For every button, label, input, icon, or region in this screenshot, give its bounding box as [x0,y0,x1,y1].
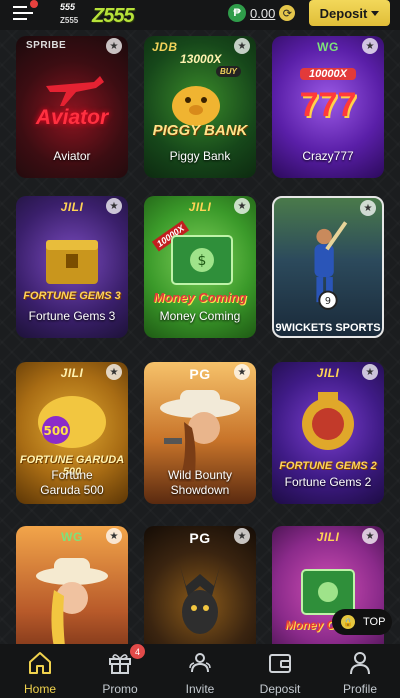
currency-icon: ₱ [228,4,246,22]
nav-invite-label: Invite [185,682,215,696]
lock-icon: 🔒 [341,615,355,629]
favorite-star-icon[interactable]: ★ [106,528,122,544]
game-card-9wickets-sports[interactable]: 9 9WICKETS SPORTS ★ [272,196,384,338]
game-art-text: Money Coming [153,290,247,305]
nav-promo-label: Promo [102,682,138,696]
game-art-text: 9WICKETS SPORTS [275,322,381,334]
nav-home[interactable]: Home [0,644,80,698]
nav-deposit-label: Deposit [259,682,301,696]
site-logo[interactable]: 555 Z555 Z555 [48,2,158,28]
favorite-star-icon[interactable]: ★ [106,198,122,214]
nav-profile[interactable]: Profile [320,644,400,698]
chevron-down-icon [371,10,380,16]
game-title: Money Coming [159,309,241,323]
nav-profile-label: Profile [342,682,377,696]
game-title: Aviator [53,149,91,163]
game-title: Fortune Gems 3 [28,309,116,323]
nav-home-label: Home [23,682,56,696]
favorite-star-icon[interactable]: ★ [234,364,250,380]
svg-text:$: $ [198,253,207,269]
multiplier-label: 10000X [300,68,356,80]
game-card-wild-bounty-showdown[interactable]: PG ★ Wild Bounty Showdown [144,362,256,504]
game-card-crazy777[interactable]: WG 10000X 777 ★ Crazy777 [272,36,384,178]
favorite-star-icon[interactable]: ★ [360,200,376,216]
user-icon [350,652,370,675]
game-art-text: PIGGY BANK [152,122,248,139]
notification-dot [30,0,38,8]
favorite-star-icon[interactable]: ★ [106,38,122,54]
logo-small-top: 555 [60,2,76,12]
refresh-icon[interactable]: ⟳ [279,5,296,21]
game-card-aviator[interactable]: SPRIBE Aviator ★ Aviator [16,36,128,178]
game-title: Fortune Gems 2 [284,475,372,489]
wallet-icon [269,654,291,673]
svg-text:9: 9 [325,296,331,307]
game-card-piggy-bank[interactable]: JDB 13000X BUY PIGGY BANK ★ Piggy Bank [144,36,256,178]
svg-text:500: 500 [43,424,68,438]
users-icon [189,653,211,673]
game-title: Crazy777 [302,149,354,163]
game-title: Fortune Garuda 500 [40,468,104,497]
nav-invite[interactable]: Invite [160,644,240,698]
favorite-star-icon[interactable]: ★ [362,38,378,54]
top-header: 555 Z555 Z555 ₱ 0.00 ⟳ Deposit [0,0,400,30]
game-title: Wild Bounty Showdown [167,468,233,497]
logo-small-bottom: Z555 [60,16,79,25]
game-title: Piggy Bank [169,149,231,163]
game-card-money-coming[interactable]: JILI 10000X $ Money Coming ★ Money Comin… [144,196,256,338]
cricket-player-icon: 9 [314,221,348,310]
balance-amount[interactable]: 0.00 [250,6,275,21]
hamburger-menu-icon [13,6,33,20]
game-art-text: FORTUNE GEMS 2 [279,460,377,472]
game-card-fortune-garuda-500[interactable]: JILI 500 FORTUNE GARUDA 500 ★ Fortune Ga… [16,362,128,504]
favorite-star-icon[interactable]: ★ [106,364,122,380]
logo-main: Z555 [92,5,135,27]
favorite-star-icon[interactable]: ★ [234,198,250,214]
deposit-button-label: Deposit [319,5,368,21]
menu-button[interactable] [12,0,38,23]
gift-icon [109,654,131,674]
favorite-star-icon[interactable]: ★ [234,38,250,54]
game-art-text: Aviator [35,106,109,129]
favorite-star-icon[interactable]: ★ [362,364,378,380]
game-card-fortune-gems-2[interactable]: JILI FORTUNE GEMS 2 ★ Fortune Gems 2 [272,362,384,504]
game-card-fortune-gems-3[interactable]: JILI FORTUNE GEMS 3 ★ Fortune Gems 3 [16,196,128,338]
favorite-star-icon[interactable]: ★ [234,528,250,544]
bottom-navigation: Home 4 Promo Invite Deposit Profile [0,644,400,698]
scroll-top-label: TOP [363,616,386,628]
game-art-text: FORTUNE GEMS 3 [23,290,121,302]
promo-badge: 4 [130,644,145,659]
wallet-balance: ₱ 0.00 ⟳ [228,2,300,24]
favorite-star-icon[interactable]: ★ [362,528,378,544]
game-art-text: 777 [299,86,357,124]
deposit-button[interactable]: Deposit [309,0,390,26]
home-icon [29,652,51,674]
scroll-top-button[interactable]: 🔒 TOP [332,609,392,635]
nav-promo[interactable]: 4 Promo [80,644,160,698]
nav-deposit[interactable]: Deposit [240,644,320,698]
